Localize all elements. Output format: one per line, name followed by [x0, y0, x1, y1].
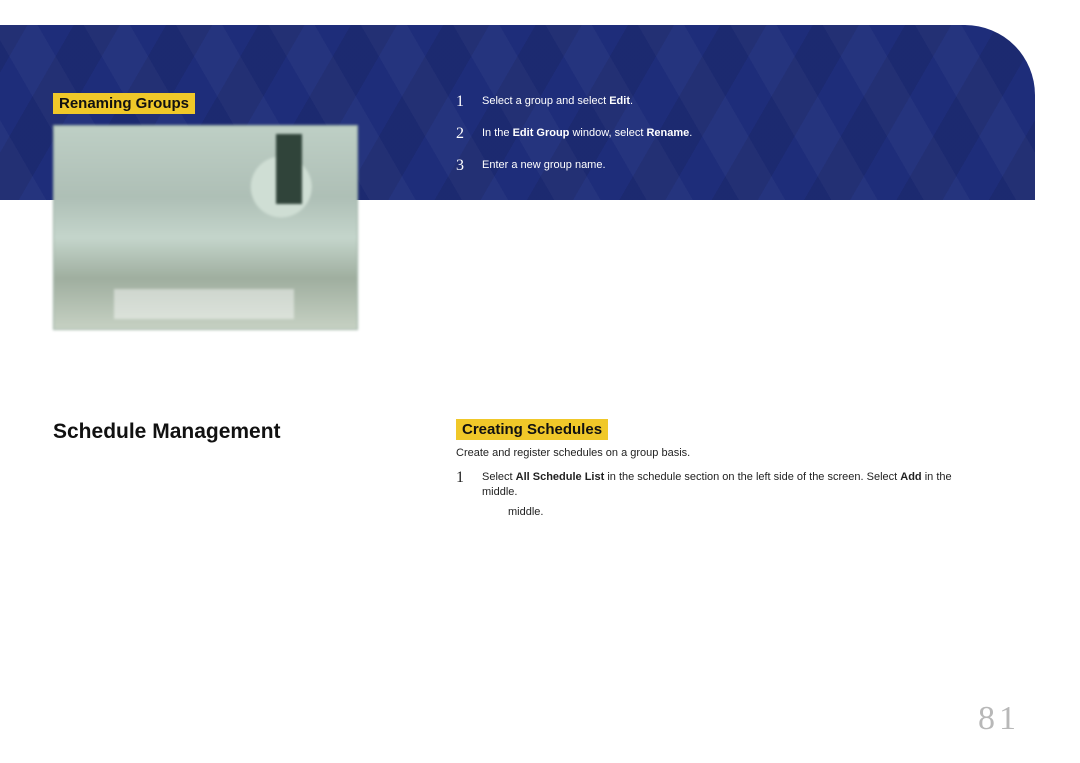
rename-steps: 1 Select a group and select Edit. 2 In t…: [456, 94, 976, 190]
section-title-creating: Creating Schedules: [456, 419, 608, 440]
section-title-renaming: Renaming Groups: [53, 93, 195, 114]
rename-step-1: 1 Select a group and select Edit.: [456, 94, 976, 110]
step-text: Select a group and select Edit.: [482, 94, 976, 109]
rename-step-3: 3 Enter a new group name.: [456, 158, 976, 174]
step-number: 2: [456, 126, 470, 142]
text: Select a group and select: [482, 95, 609, 107]
step-number: 1: [456, 470, 470, 486]
keyword-rename: Rename: [646, 127, 689, 139]
step-number: 3: [456, 158, 470, 174]
text: Select: [482, 471, 516, 483]
text: in the schedule section on the left side…: [604, 471, 900, 483]
keyword-all-schedule-list: All Schedule List: [516, 471, 605, 483]
step-text: In the Edit Group window, select Rename.: [482, 126, 976, 141]
page: Renaming Groups 1 Select a group and sel…: [0, 0, 1080, 763]
rename-step-2: 2 In the Edit Group window, select Renam…: [456, 126, 976, 142]
step-text: Select All Schedule List in the schedule…: [482, 470, 956, 520]
keyword-add: Add: [900, 471, 921, 483]
text: In the: [482, 127, 513, 139]
step-number: 1: [456, 94, 470, 110]
keyword-edit-group: Edit Group: [513, 127, 570, 139]
create-steps: 1 Select All Schedule List in the schedu…: [456, 470, 956, 528]
step-text: Enter a new group name.: [482, 158, 976, 173]
text: .: [689, 127, 692, 139]
create-step-1: 1 Select All Schedule List in the schedu…: [456, 470, 956, 520]
thumb-dark-shape: [276, 134, 302, 204]
thumb-light-shape: [114, 289, 294, 319]
create-intro-text: Create and register schedules on a group…: [456, 446, 956, 461]
text: .: [630, 95, 633, 107]
heading-schedule-management: Schedule Management: [53, 420, 281, 444]
step-text-line2: middle.: [508, 505, 956, 520]
keyword-edit: Edit: [609, 95, 630, 107]
thumbnail-image: [53, 125, 358, 330]
text: window, select: [569, 127, 646, 139]
page-number: 81: [978, 700, 1020, 738]
